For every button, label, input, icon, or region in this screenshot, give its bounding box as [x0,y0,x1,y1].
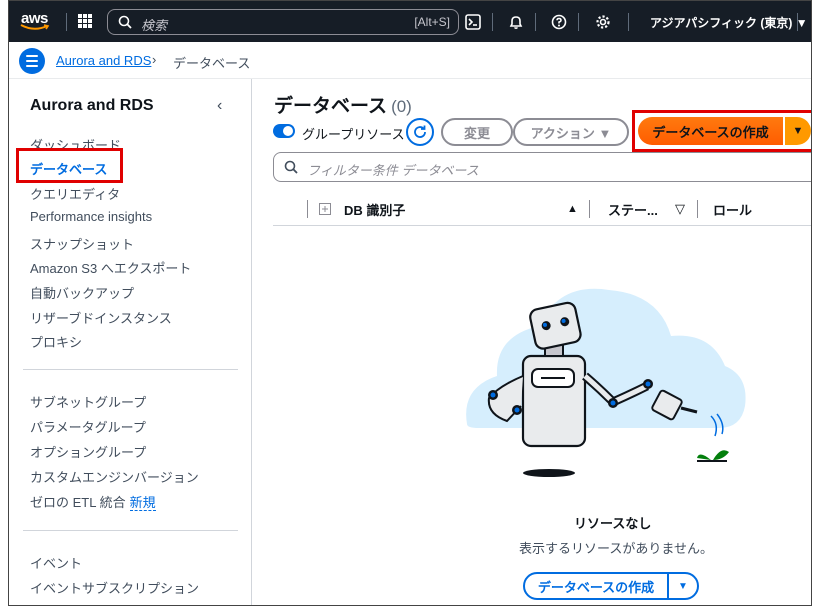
empty-state-description: 表示するリソースがありません。 [519,541,713,556]
page-title: データベース (0) [274,96,412,117]
search-icon [284,160,298,174]
highlight-box-databases [16,148,123,183]
cloudshell-icon[interactable] [463,12,483,32]
expand-all-icon[interactable] [319,193,331,225]
empty-state-title: リソースなし [574,516,652,531]
apps-grid-icon[interactable] [78,14,92,28]
breadcrumb-current: データベース [173,56,251,71]
sidebar-item-s3-export[interactable]: Amazon S3 へエクスポート [30,258,191,277]
search-input[interactable]: 検索 [Alt+S] [107,9,459,35]
column-header-status[interactable]: ステー... [608,193,658,225]
aws-logo[interactable]: aws [19,8,53,34]
breadcrumb: Aurora and RDS › データベース [9,42,811,79]
search-shortcut: [Alt+S] [414,15,450,29]
group-resources-label: グループリソース [302,127,405,142]
robot-watering-plant-illustration [466,288,746,477]
sidebar-item-event-subscriptions[interactable]: イベントサブスクリプション [30,578,199,597]
topbar-divider [578,13,579,31]
column-divider [307,200,308,218]
sort-desc-icon[interactable]: ▽ [675,193,685,225]
sort-asc-icon[interactable]: ▲ [567,193,578,225]
highlight-box-create [632,110,811,152]
new-badge: 新規 [129,495,156,511]
empty-create-database-button[interactable]: データベースの作成 ▼ [523,572,699,600]
chevron-right-icon: › [152,52,157,67]
topbar-divider [797,13,798,31]
gear-icon[interactable] [593,12,613,32]
sidebar-item-subnet-groups[interactable]: サブネットグループ [30,392,146,411]
filter-placeholder: フィルター条件 データベース [307,163,479,178]
sidebar-item-automated-backups[interactable]: 自動バックアップ [30,283,134,302]
table-header-border [273,225,811,226]
topbar-divider [628,13,629,31]
nav-title: Aurora and RDS [30,97,154,114]
console-window: aws 検索 [Alt+S] アジアパシフィック (東京) ▼ Aurora a… [8,0,812,606]
actions-button[interactable]: アクション ▼ [513,118,629,146]
resource-count: (0) [391,97,412,116]
refresh-icon [414,125,426,138]
aws-smile-icon [20,24,50,30]
nav-divider [23,530,238,531]
chevron-left-icon[interactable]: ‹ [217,97,222,115]
sidebar-item-proxies[interactable]: プロキシ [30,332,82,351]
column-divider [697,200,698,218]
breadcrumb-parent-link[interactable]: Aurora and RDS [56,53,151,68]
topbar-divider [66,13,67,31]
sidebar-item-custom-engine-versions[interactable]: カスタムエンジンバージョン [30,467,199,486]
group-resources-toggle[interactable] [273,124,295,138]
chevron-down-icon[interactable]: ▼ [667,574,697,598]
column-header-role[interactable]: ロール [713,193,752,225]
column-header-db-identifier[interactable]: DB 識別子 [344,193,405,225]
topbar-divider [535,13,536,31]
search-placeholder: 検索 [141,18,168,33]
sidebar-item-events[interactable]: イベント [30,553,82,572]
column-divider [589,200,590,218]
sidebar-item-performance-insights[interactable]: Performance insights [30,209,152,224]
sidebar-item-reserved-instances[interactable]: リザーブドインスタンス [30,308,172,327]
empty-create-label[interactable]: データベースの作成 [525,577,667,596]
topbar-divider [492,13,493,31]
bell-icon[interactable] [506,12,526,32]
sidebar-item-zero-etl[interactable]: ゼロの ETL 統合 新規 [30,492,156,511]
sidebar-item-query-editor[interactable]: クエリエディタ [30,184,120,203]
menu-icon[interactable] [19,48,45,74]
modify-button[interactable]: 変更 [441,118,513,146]
filter-input[interactable]: フィルター条件 データベース [273,152,811,182]
help-icon[interactable] [549,12,569,32]
top-navigation: aws 検索 [Alt+S] アジアパシフィック (東京) ▼ [9,1,811,42]
nav-divider [23,369,238,370]
search-icon [118,15,132,29]
refresh-button[interactable] [406,118,434,146]
region-selector[interactable]: アジアパシフィック (東京) ▼ [650,14,808,31]
sidebar-item-option-groups[interactable]: オプショングループ [30,442,146,461]
sidebar-item-parameter-groups[interactable]: パラメータグループ [30,417,146,436]
sidebar-item-label: ゼロの ETL 統合 [30,495,126,510]
sidebar-item-snapshots[interactable]: スナップショット [30,234,134,253]
